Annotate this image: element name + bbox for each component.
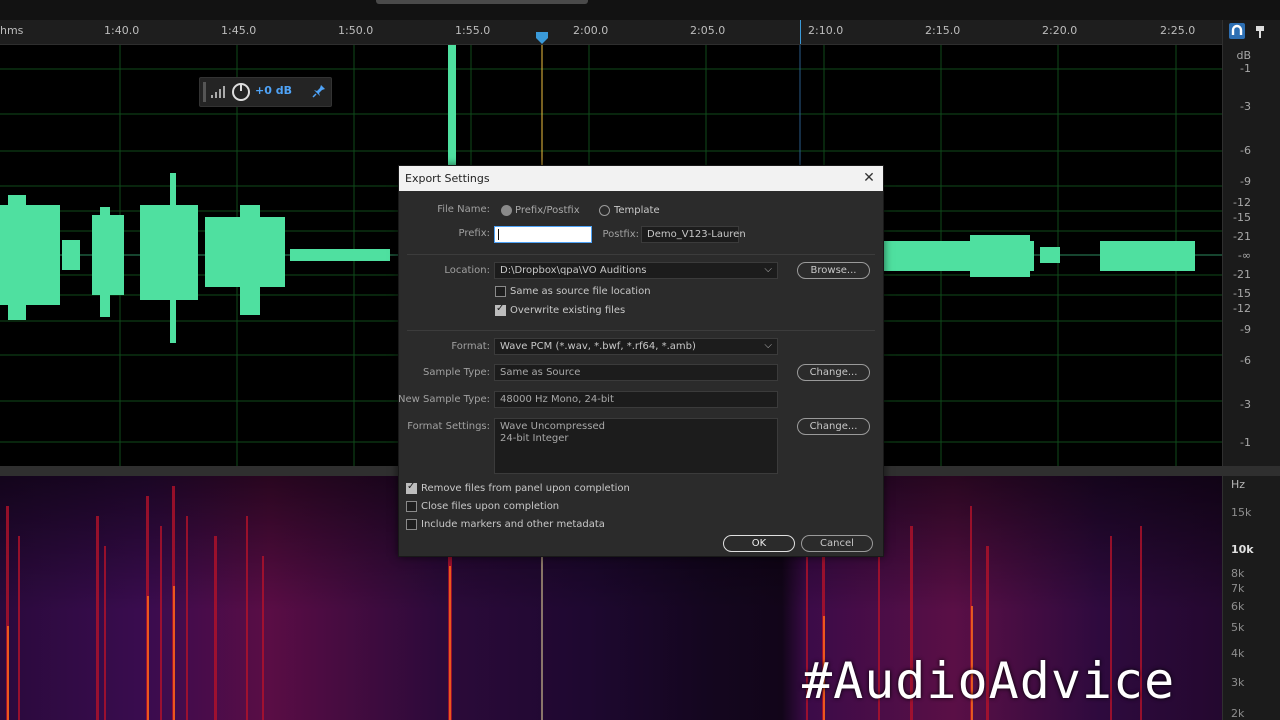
db-label: -1 — [1240, 62, 1251, 75]
ok-button[interactable]: OK — [723, 535, 795, 552]
ruler-tick: 1:40.0 — [104, 24, 140, 37]
location-label: Location: — [444, 265, 490, 276]
db-label: -15 — [1233, 211, 1251, 224]
hz-label: 5k — [1231, 621, 1245, 634]
ruler-tick: 1:50.0 — [338, 24, 374, 37]
db-label: -12 — [1233, 196, 1251, 209]
close-files-label: Close files upon completion — [421, 501, 560, 512]
hz-label: 6k — [1231, 600, 1245, 613]
hashtag-overlay: #AudioAdvice — [802, 652, 1176, 710]
hud-grip[interactable] — [203, 82, 206, 102]
same-as-source-label: Same as source file location — [510, 286, 651, 297]
format-label: Format: — [451, 341, 490, 352]
hz-label: 15k — [1231, 506, 1252, 519]
sample-type-label: Sample Type: — [422, 367, 490, 378]
db-label: -21 — [1233, 268, 1251, 281]
ruler-tick: 2:20.0 — [1042, 24, 1078, 37]
db-label: -9 — [1240, 323, 1251, 336]
sample-type-change-button[interactable]: Change... — [797, 364, 870, 381]
close-icon[interactable]: ✕ — [861, 169, 877, 187]
ruler-tick: 2:10.0 — [808, 24, 844, 37]
format-settings-field: Wave Uncompressed 24-bit Integer — [494, 418, 778, 474]
hz-unit: Hz — [1231, 478, 1246, 491]
radio-template[interactable] — [599, 205, 610, 216]
format-settings-label: Format Settings: — [407, 421, 490, 432]
hz-label: 8k — [1231, 567, 1245, 580]
new-sample-type-label: New Sample Type: — [397, 394, 490, 405]
scale-divider — [1223, 466, 1280, 476]
db-label: -6 — [1240, 354, 1251, 367]
ruler-tick: 1:45.0 — [221, 24, 257, 37]
horizontal-scroll-thumb[interactable] — [376, 0, 588, 4]
overwrite-checkbox[interactable] — [495, 303, 506, 316]
db-label: -9 — [1240, 175, 1251, 188]
ruler-tick: 2:25.0 — [1160, 24, 1196, 37]
db-label: -15 — [1233, 287, 1251, 300]
ruler-tick: 2:00.0 — [573, 24, 609, 37]
db-label: -3 — [1240, 100, 1251, 113]
radio-template-label: Template — [614, 205, 660, 216]
db-label: -∞ — [1237, 249, 1251, 262]
hz-label: 3k — [1231, 676, 1245, 689]
time-ruler[interactable]: hms 1:40.0 1:45.0 1:50.0 1:55.0 2:00.0 2… — [0, 20, 1222, 45]
chevron-down-icon: ⌵ — [764, 264, 772, 275]
db-unit: dB — [1236, 49, 1251, 62]
signal-bars-icon — [211, 86, 225, 98]
dialog-title: Export Settings — [405, 172, 490, 185]
marker-line — [800, 20, 801, 44]
close-files-checkbox[interactable] — [406, 501, 417, 512]
file-name-label: File Name: — [437, 204, 490, 215]
sample-type-field: Same as Source — [494, 364, 778, 381]
text-cursor — [498, 229, 499, 240]
hz-label: 4k — [1231, 647, 1245, 660]
remove-files-checkbox[interactable] — [406, 481, 417, 494]
hz-label: 2k — [1231, 707, 1245, 720]
db-label: -6 — [1240, 144, 1251, 157]
db-label: -12 — [1233, 302, 1251, 315]
remove-files-label: Remove files from panel upon completion — [421, 483, 630, 494]
browse-button[interactable]: Browse... — [797, 262, 870, 279]
playhead-handle-icon[interactable] — [536, 32, 549, 45]
include-markers-label: Include markers and other metadata — [421, 519, 605, 530]
same-as-source-checkbox[interactable] — [495, 286, 506, 297]
postfix-label: Postfix: — [602, 229, 639, 240]
dialog-titlebar[interactable]: Export Settings ✕ — [399, 166, 883, 191]
new-sample-type-field: 48000 Hz Mono, 24-bit — [494, 391, 778, 408]
amplitude-ruler: dB -1 -3 -6 -9 -12 -15 -21 -∞ -21 -15 -1… — [1222, 20, 1280, 720]
db-label: -1 — [1240, 436, 1251, 449]
export-settings-dialog: Export Settings ✕ File Name: Prefix/Post… — [398, 165, 884, 557]
radio-prefix-postfix[interactable] — [501, 205, 512, 216]
cancel-button[interactable]: Cancel — [801, 535, 873, 552]
volume-knob-icon[interactable] — [231, 82, 251, 102]
ruler-tick: 1:55.0 — [455, 24, 491, 37]
postfix-input[interactable]: Demo_V123-Lauren — [641, 226, 746, 243]
volume-hud[interactable]: +0 dB — [199, 77, 332, 107]
radio-prefix-postfix-label: Prefix/Postfix — [515, 205, 580, 216]
hz-label: 10k — [1231, 543, 1254, 556]
marker-pin-icon[interactable] — [1255, 24, 1265, 38]
format-settings-change-button[interactable]: Change... — [797, 418, 870, 435]
prefix-input[interactable] — [494, 226, 592, 243]
chevron-down-icon: ⌵ — [764, 340, 772, 351]
ruler-tick: 2:15.0 — [925, 24, 961, 37]
location-dropdown[interactable]: D:\Dropbox\qpa\VO Auditions ⌵ — [494, 262, 778, 279]
gain-value[interactable]: +0 dB — [255, 84, 292, 97]
ruler-unit: hms — [0, 24, 24, 37]
format-dropdown[interactable]: Wave PCM (*.wav, *.bwf, *.rf64, *.amb) ⌵ — [494, 338, 778, 355]
ruler-tick: 2:05.0 — [690, 24, 726, 37]
include-markers-checkbox[interactable] — [406, 519, 417, 530]
overwrite-label: Overwrite existing files — [510, 305, 626, 316]
prefix-label: Prefix: — [458, 228, 490, 239]
top-strip — [0, 0, 1280, 20]
hz-label: 7k — [1231, 582, 1245, 595]
separator — [407, 330, 875, 331]
db-label: -3 — [1240, 398, 1251, 411]
pin-icon[interactable] — [312, 84, 326, 98]
db-label: -21 — [1233, 230, 1251, 243]
separator — [407, 254, 875, 255]
snap-magnet-icon[interactable] — [1229, 23, 1245, 39]
